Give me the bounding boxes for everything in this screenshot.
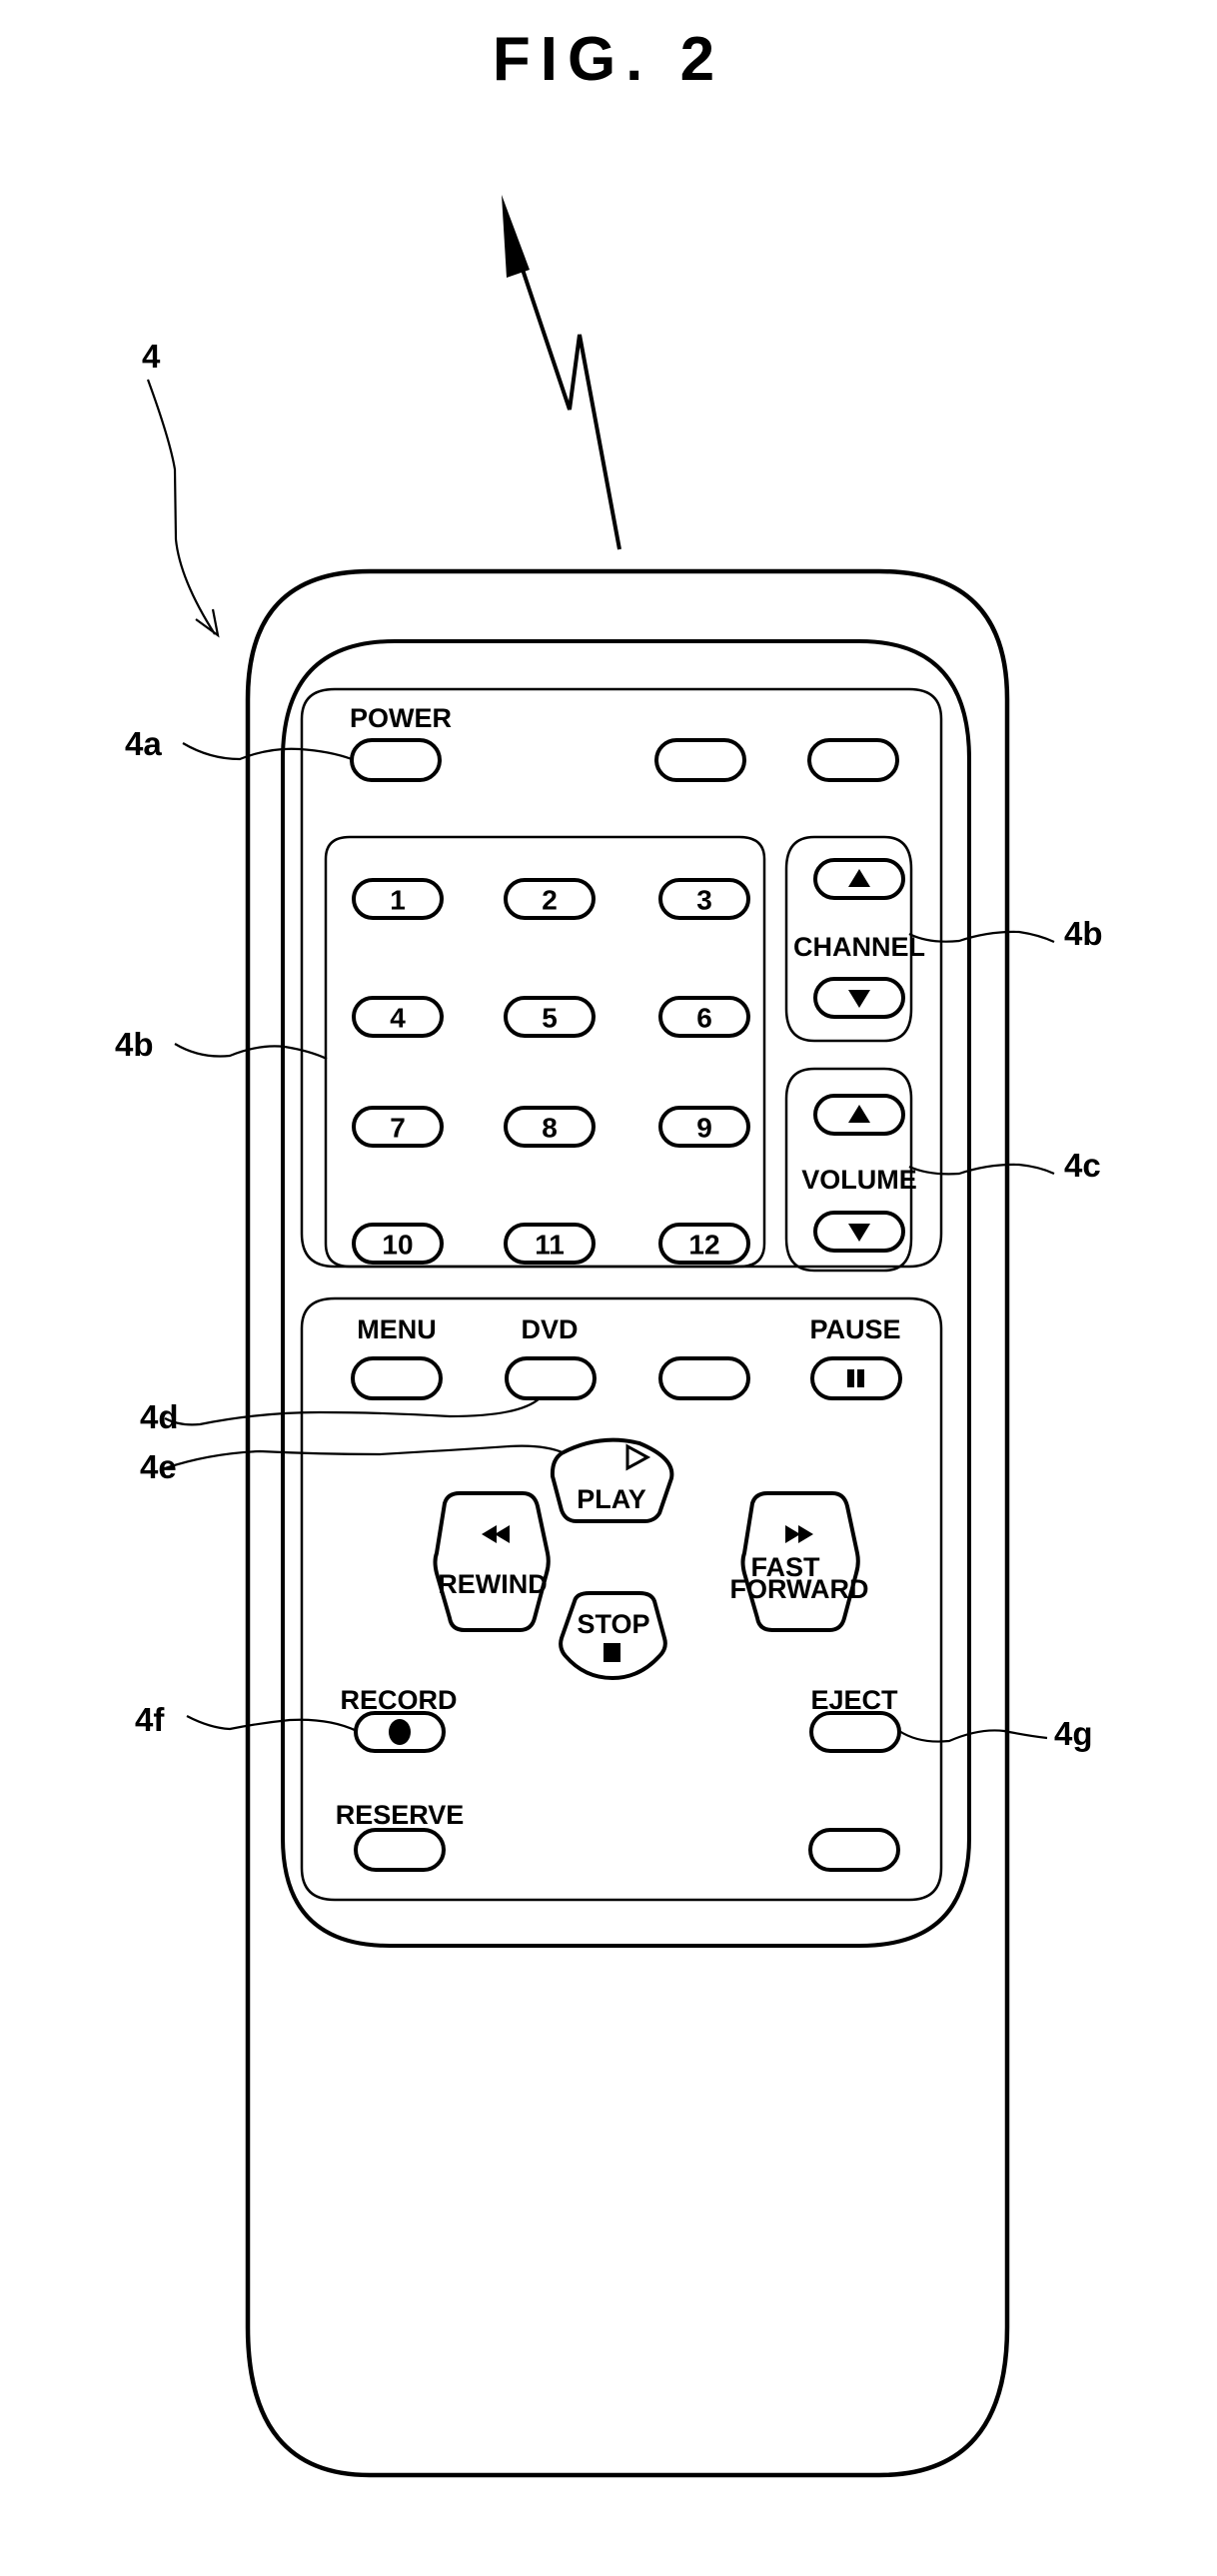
volume-label: VOLUME: [801, 1165, 917, 1195]
dvd-label: DVD: [521, 1314, 578, 1344]
leader-dvd: [164, 1397, 541, 1426]
play-label: PLAY: [577, 1484, 646, 1514]
leader-play: [164, 1444, 566, 1470]
reserve-label: RESERVE: [336, 1800, 465, 1830]
leader-volume: [908, 1163, 1055, 1176]
pause-button[interactable]: [810, 1356, 902, 1400]
blank-button-top-2[interactable]: [807, 738, 899, 782]
rewind-button[interactable]: [433, 1491, 551, 1632]
leader-eject: [898, 1729, 1048, 1743]
power-button[interactable]: [350, 738, 442, 782]
record-label: RECORD: [340, 1685, 457, 1715]
record-icon: [389, 1719, 411, 1745]
keypad-button-label: 2: [542, 885, 558, 916]
keypad-button-label: 8: [542, 1113, 558, 1144]
blank-button-bottom[interactable]: [808, 1828, 900, 1872]
rewind-label: REWIND: [438, 1569, 548, 1599]
pause-label: PAUSE: [809, 1314, 900, 1344]
fast-forward-label-line2: FORWARD: [730, 1574, 869, 1604]
leader-power: [182, 742, 353, 761]
keypad-button-label: 12: [688, 1230, 719, 1261]
ref-label-dvd: 4d: [140, 1398, 179, 1435]
stop-label: STOP: [577, 1609, 649, 1639]
keypad-button-label: 6: [696, 1003, 712, 1034]
ref-label-eject: 4g: [1054, 1715, 1093, 1752]
keypad-button-label: 3: [696, 885, 712, 916]
keypad-button-label: 4: [390, 1003, 406, 1034]
keypad-button-label: 1: [390, 885, 406, 916]
numeric-keypad: 1 2 34 5 67 8 910 11 12: [352, 878, 750, 1265]
ir-signal-arrow-icon: [502, 195, 621, 550]
leader-keypad: [174, 1043, 328, 1060]
ref-label-channel: 4b: [1064, 915, 1103, 952]
keypad-button-label: 10: [382, 1230, 413, 1261]
keypad-button-label: 9: [696, 1113, 712, 1144]
ref-label-keypad: 4b: [115, 1026, 154, 1063]
channel-label: CHANNEL: [793, 932, 925, 962]
stop-icon: [604, 1643, 620, 1662]
power-label: POWER: [350, 703, 452, 733]
keypad-button-label: 11: [535, 1230, 565, 1261]
device-reference-leader: [146, 379, 216, 635]
reserve-button[interactable]: [354, 1828, 446, 1872]
leader-record: [186, 1715, 358, 1732]
blank-button-middle[interactable]: [658, 1356, 750, 1400]
keypad-button-label: 7: [390, 1113, 406, 1144]
menu-label: MENU: [357, 1314, 437, 1344]
ref-label-power: 4a: [125, 725, 162, 762]
menu-button[interactable]: [351, 1356, 443, 1400]
eject-label: EJECT: [810, 1685, 898, 1715]
device-reference-label: 4: [142, 338, 161, 375]
figure-title: FIG. 2: [493, 25, 724, 94]
blank-button-top-1[interactable]: [654, 738, 746, 782]
keypad-button-label: 5: [542, 1003, 558, 1034]
ref-label-record: 4f: [135, 1701, 165, 1738]
ref-label-volume: 4c: [1064, 1147, 1101, 1184]
leader-channel: [908, 930, 1055, 943]
dvd-button[interactable]: [505, 1356, 597, 1400]
remote-control-diagram: FIG. 2 4 POWER 1 2 34 5 67 8 910 11 12 CHANNEL V…: [115, 25, 1103, 2478]
eject-button[interactable]: [809, 1711, 901, 1753]
